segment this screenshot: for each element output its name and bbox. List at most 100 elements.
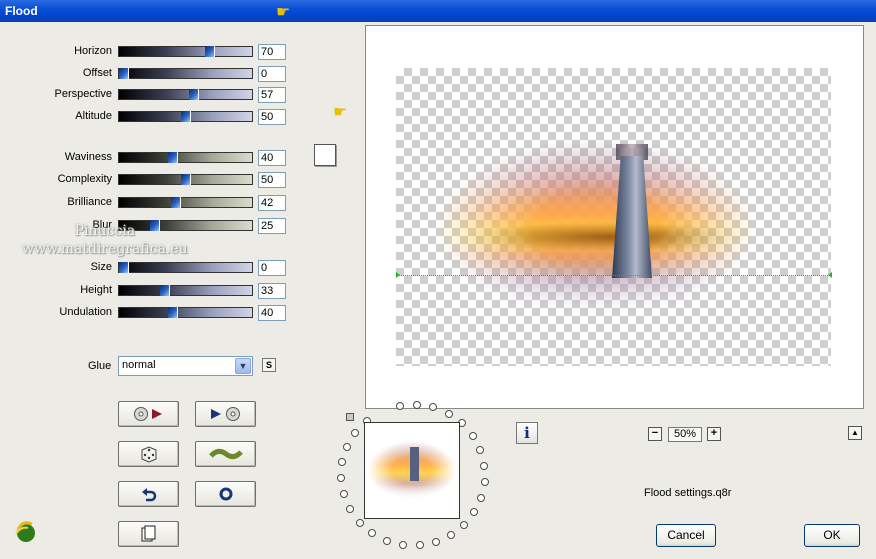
slider-thumb[interactable] — [205, 46, 215, 57]
slider-track[interactable] — [118, 285, 253, 296]
plus-icon[interactable]: + — [707, 427, 721, 441]
dice-icon — [141, 446, 156, 463]
wave-button[interactable] — [195, 441, 256, 467]
horizon-line[interactable] — [396, 275, 832, 276]
navigator-ring-dot[interactable] — [469, 432, 477, 440]
undo-icon — [141, 488, 156, 502]
navigator-ring-dot[interactable] — [338, 458, 346, 466]
slider-label: Waviness — [64, 151, 112, 163]
navigator-ring-dot[interactable] — [368, 529, 376, 537]
ok-button[interactable]: OK — [804, 524, 860, 547]
slider-value-field[interactable]: 57 — [258, 87, 286, 103]
navigator-ring-dot[interactable] — [429, 403, 437, 411]
slider-track[interactable] — [118, 68, 253, 79]
save-preset-button[interactable] — [195, 401, 256, 427]
navigator-ring-dot[interactable] — [447, 531, 455, 539]
slider-thumb[interactable] — [168, 152, 178, 163]
navigator-ring-dot[interactable] — [416, 541, 424, 549]
navigator-ring-dot[interactable] — [340, 490, 348, 498]
navigator-ring-dot[interactable] — [413, 401, 421, 409]
navigator-thumbnail[interactable] — [364, 422, 460, 519]
slider-thumb[interactable] — [160, 285, 170, 296]
thumbnail-lighthouse — [410, 447, 419, 481]
zoom-level: 50% — [668, 427, 702, 442]
chevron-up-icon[interactable]: ▲ — [848, 426, 862, 440]
info-button[interactable]: i — [516, 422, 538, 444]
slider-value-field[interactable]: 40 — [258, 150, 286, 166]
glue-value: normal — [122, 359, 156, 371]
slider-row-size: Size 0 — [0, 260, 300, 276]
reset-button[interactable] — [195, 481, 256, 507]
slider-value-field[interactable]: 33 — [258, 283, 286, 299]
slider-row-altitude: Altitude 50 — [0, 109, 300, 125]
slider-label: Perspective — [54, 88, 112, 100]
horizon-marker-right[interactable] — [828, 272, 832, 278]
navigator-handle[interactable] — [346, 413, 354, 421]
slider-track[interactable] — [118, 111, 253, 122]
watermark-url: www.matdiregrafica.eu — [22, 241, 188, 257]
navigator-ring-dot[interactable] — [476, 446, 484, 454]
navigator-ring-dot[interactable] — [470, 508, 478, 516]
slider-track[interactable] — [118, 307, 253, 318]
slider-value-field[interactable]: 40 — [258, 305, 286, 321]
slider-thumb[interactable] — [171, 197, 181, 208]
horizon-marker-left[interactable] — [396, 272, 400, 278]
slider-value-field[interactable]: 25 — [258, 218, 286, 234]
navigator-ring-dot[interactable] — [460, 521, 468, 529]
slider-thumb[interactable] — [119, 262, 129, 273]
slider-track[interactable] — [118, 197, 253, 208]
navigator-ring-dot[interactable] — [480, 462, 488, 470]
slider-row-undulation: Undulation 40 — [0, 305, 300, 321]
slider-row-waviness: Waviness 40 — [0, 150, 300, 166]
navigator-ring-dot[interactable] — [383, 537, 391, 545]
slider-value-field[interactable]: 42 — [258, 195, 286, 211]
preview-canvas — [396, 68, 831, 366]
settings-file-name: Flood settings.q8r — [644, 487, 732, 499]
slider-label: Height — [80, 284, 112, 296]
navigator-ring-dot[interactable] — [481, 478, 489, 486]
color-swatch[interactable] — [314, 144, 336, 166]
slider-thumb[interactable] — [181, 111, 191, 122]
navigator-ring-dot[interactable] — [351, 429, 359, 437]
slider-thumb[interactable] — [168, 307, 178, 318]
slider-label: Brilliance — [67, 196, 112, 208]
slider-track[interactable] — [118, 174, 253, 185]
slider-track[interactable] — [118, 262, 253, 273]
navigator-ring-dot[interactable] — [399, 541, 407, 549]
slider-value-field[interactable]: 50 — [258, 172, 286, 188]
cancel-button[interactable]: Cancel — [656, 524, 716, 547]
glue-select[interactable]: normal ▼ — [118, 356, 253, 376]
copy-button[interactable] — [118, 521, 179, 547]
navigator-ring-dot[interactable] — [445, 410, 453, 418]
slider-thumb[interactable] — [181, 174, 191, 185]
slider-row-offset: Offset 0 — [0, 66, 300, 82]
slider-value-field[interactable]: 50 — [258, 109, 286, 125]
slider-thumb[interactable] — [119, 68, 129, 79]
undo-button[interactable] — [118, 481, 179, 507]
watermark-name: Pinuccia — [74, 223, 136, 239]
minus-icon[interactable]: − — [648, 427, 662, 441]
slider-value-field[interactable]: 0 — [258, 66, 286, 82]
slider-value-field[interactable]: 0 — [258, 260, 286, 276]
navigator-ring-dot[interactable] — [337, 474, 345, 482]
navigator-ring-dot[interactable] — [346, 505, 354, 513]
preview-panel[interactable] — [365, 25, 864, 409]
window-title: Flood — [0, 0, 876, 22]
slider-label: Altitude — [75, 110, 112, 122]
slider-track[interactable] — [118, 152, 253, 163]
load-preset-button[interactable] — [118, 401, 179, 427]
slider-thumb[interactable] — [189, 89, 199, 100]
slider-row-height: Height 33 — [0, 283, 300, 299]
navigator-ring-dot[interactable] — [356, 519, 364, 527]
navigator-ring-dot[interactable] — [477, 494, 485, 502]
navigator-ring-dot[interactable] — [343, 443, 351, 451]
slider-track[interactable] — [118, 89, 253, 100]
random-button[interactable] — [118, 441, 179, 467]
chevron-down-icon[interactable]: ▼ — [235, 358, 251, 374]
slider-value-field[interactable]: 70 — [258, 44, 286, 60]
slider-row-horizon: Horizon 70 — [0, 44, 300, 60]
glue-s-button[interactable]: S — [262, 358, 276, 372]
navigator-ring-dot[interactable] — [432, 538, 440, 546]
slider-track[interactable] — [118, 46, 253, 57]
navigator-ring-dot[interactable] — [396, 402, 404, 410]
